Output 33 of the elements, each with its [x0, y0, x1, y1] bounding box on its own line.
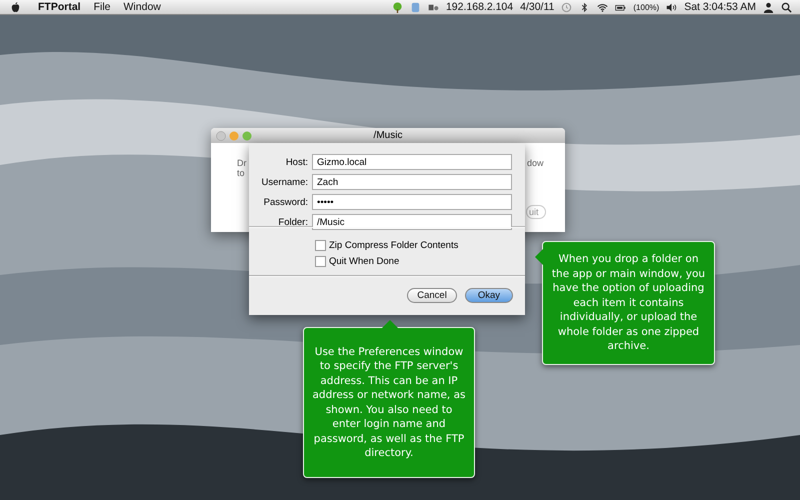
- battery-percentage[interactable]: (100%): [633, 2, 660, 12]
- ip-address[interactable]: 192.168.2.104: [446, 1, 514, 13]
- checkbox[interactable]: [315, 256, 326, 267]
- menu-clock[interactable]: Sat 3:04:53 AM: [684, 1, 756, 13]
- checkbox[interactable]: [315, 240, 326, 251]
- wifi-icon[interactable]: [597, 2, 608, 12]
- checkbox-label[interactable]: Quit When Done: [329, 256, 400, 267]
- search-icon[interactable]: [781, 2, 792, 12]
- checkbox-label[interactable]: Zip Compress Folder Contents: [329, 240, 458, 251]
- apple-logo-icon[interactable]: [10, 2, 21, 12]
- menu-item[interactable]: Window: [124, 1, 161, 13]
- callout-text: When you drop a folder on the app or main window, you have the option of uploading each item it contains individually, or upload the whole folder as one zipped archive.: [551, 252, 706, 354]
- okay-button[interactable]: Okay: [464, 288, 513, 303]
- menu-item[interactable]: File: [94, 1, 111, 13]
- cancel-button[interactable]: Cancel: [407, 288, 457, 303]
- instruction-text: dow: [527, 158, 544, 168]
- instruction-text: Dr: [237, 158, 246, 168]
- field-label: Username:: [260, 176, 308, 188]
- tree-icon[interactable]: [392, 2, 403, 12]
- field-label: Host:: [284, 156, 308, 168]
- input-field[interactable]: /Music: [312, 214, 512, 230]
- input-field[interactable]: Zach: [312, 174, 512, 190]
- window-title: /Music: [374, 130, 402, 141]
- input-field[interactable]: Gizmo.local: [312, 154, 512, 170]
- input-field[interactable]: •••••: [312, 194, 512, 210]
- field-label: Password:: [262, 196, 308, 208]
- instruction-text: to: [237, 168, 245, 178]
- speaker-icon[interactable]: [666, 2, 678, 12]
- user-icon[interactable]: [763, 2, 774, 12]
- date-text[interactable]: 4/30/11: [520, 1, 554, 13]
- field-label: Folder:: [277, 216, 308, 228]
- app-menu[interactable]: FTPortal: [38, 1, 81, 13]
- callout-text: Use the Preferences window to specify the FTP server's address. This can be an IP address or network name, as shown. You also need to enter login name and password, as well as the FTP directory.: [312, 344, 466, 460]
